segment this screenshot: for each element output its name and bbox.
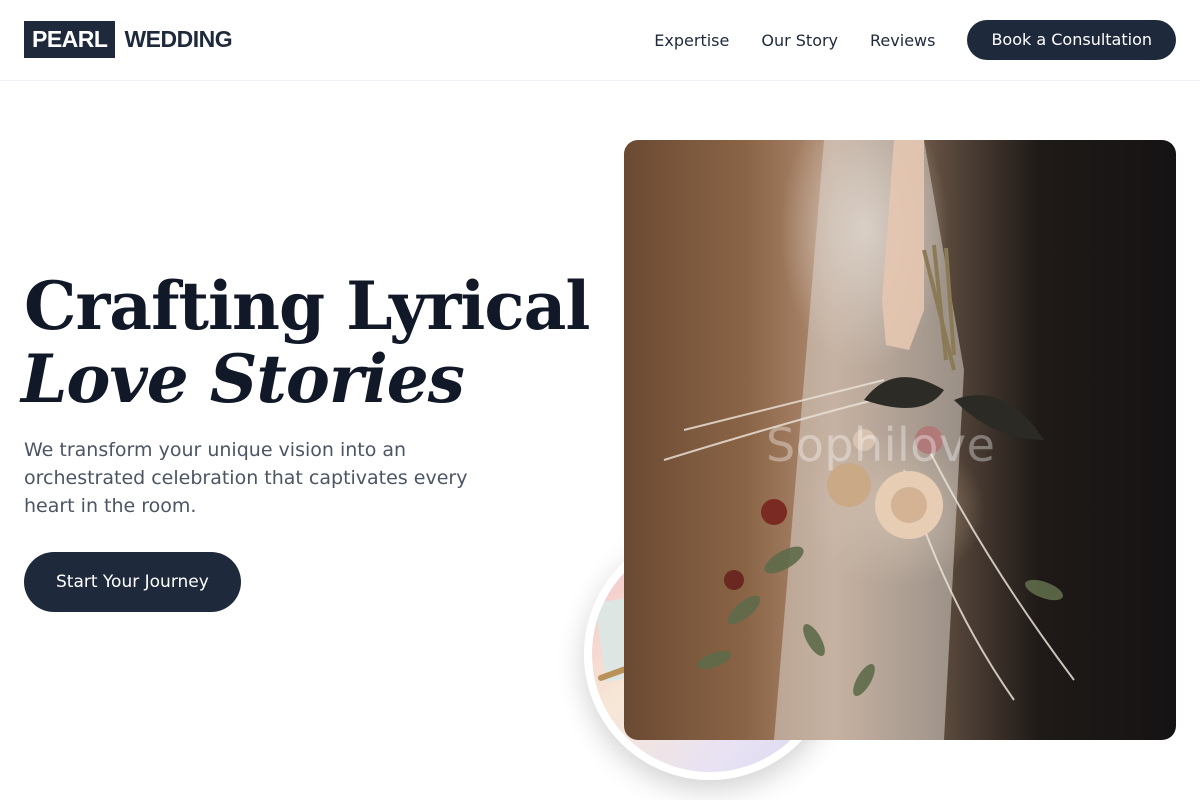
nav-link-expertise[interactable]: Expertise <box>654 31 729 50</box>
logo-mark: PEARL <box>24 21 116 58</box>
start-journey-button[interactable]: Start Your Journey <box>24 552 241 612</box>
hero-subtitle: We transform your unique vision into an … <box>24 439 468 517</box>
hero-title-line1: Crafting Lyrical <box>24 267 590 345</box>
hero-photo: Sophilove <box>624 140 1176 740</box>
logo-wordmark: WEDDING <box>124 26 233 52</box>
hero-title-line2: Love Stories <box>21 340 465 418</box>
logo[interactable]: PEARL WEDDING <box>24 21 233 58</box>
nav-link-our-story[interactable]: Our Story <box>761 31 838 50</box>
photo-watermark-text: Sophilove <box>766 418 996 472</box>
nav-link-reviews[interactable]: Reviews <box>870 31 935 50</box>
hero-title: Crafting Lyrical Love Stories <box>21 267 590 418</box>
site-header: PEARL WEDDING Expertise Our Story Review… <box>0 0 1200 81</box>
book-consultation-button[interactable]: Book a Consultation <box>967 20 1176 60</box>
main-nav: Expertise Our Story Reviews Book a Consu… <box>654 20 1176 60</box>
